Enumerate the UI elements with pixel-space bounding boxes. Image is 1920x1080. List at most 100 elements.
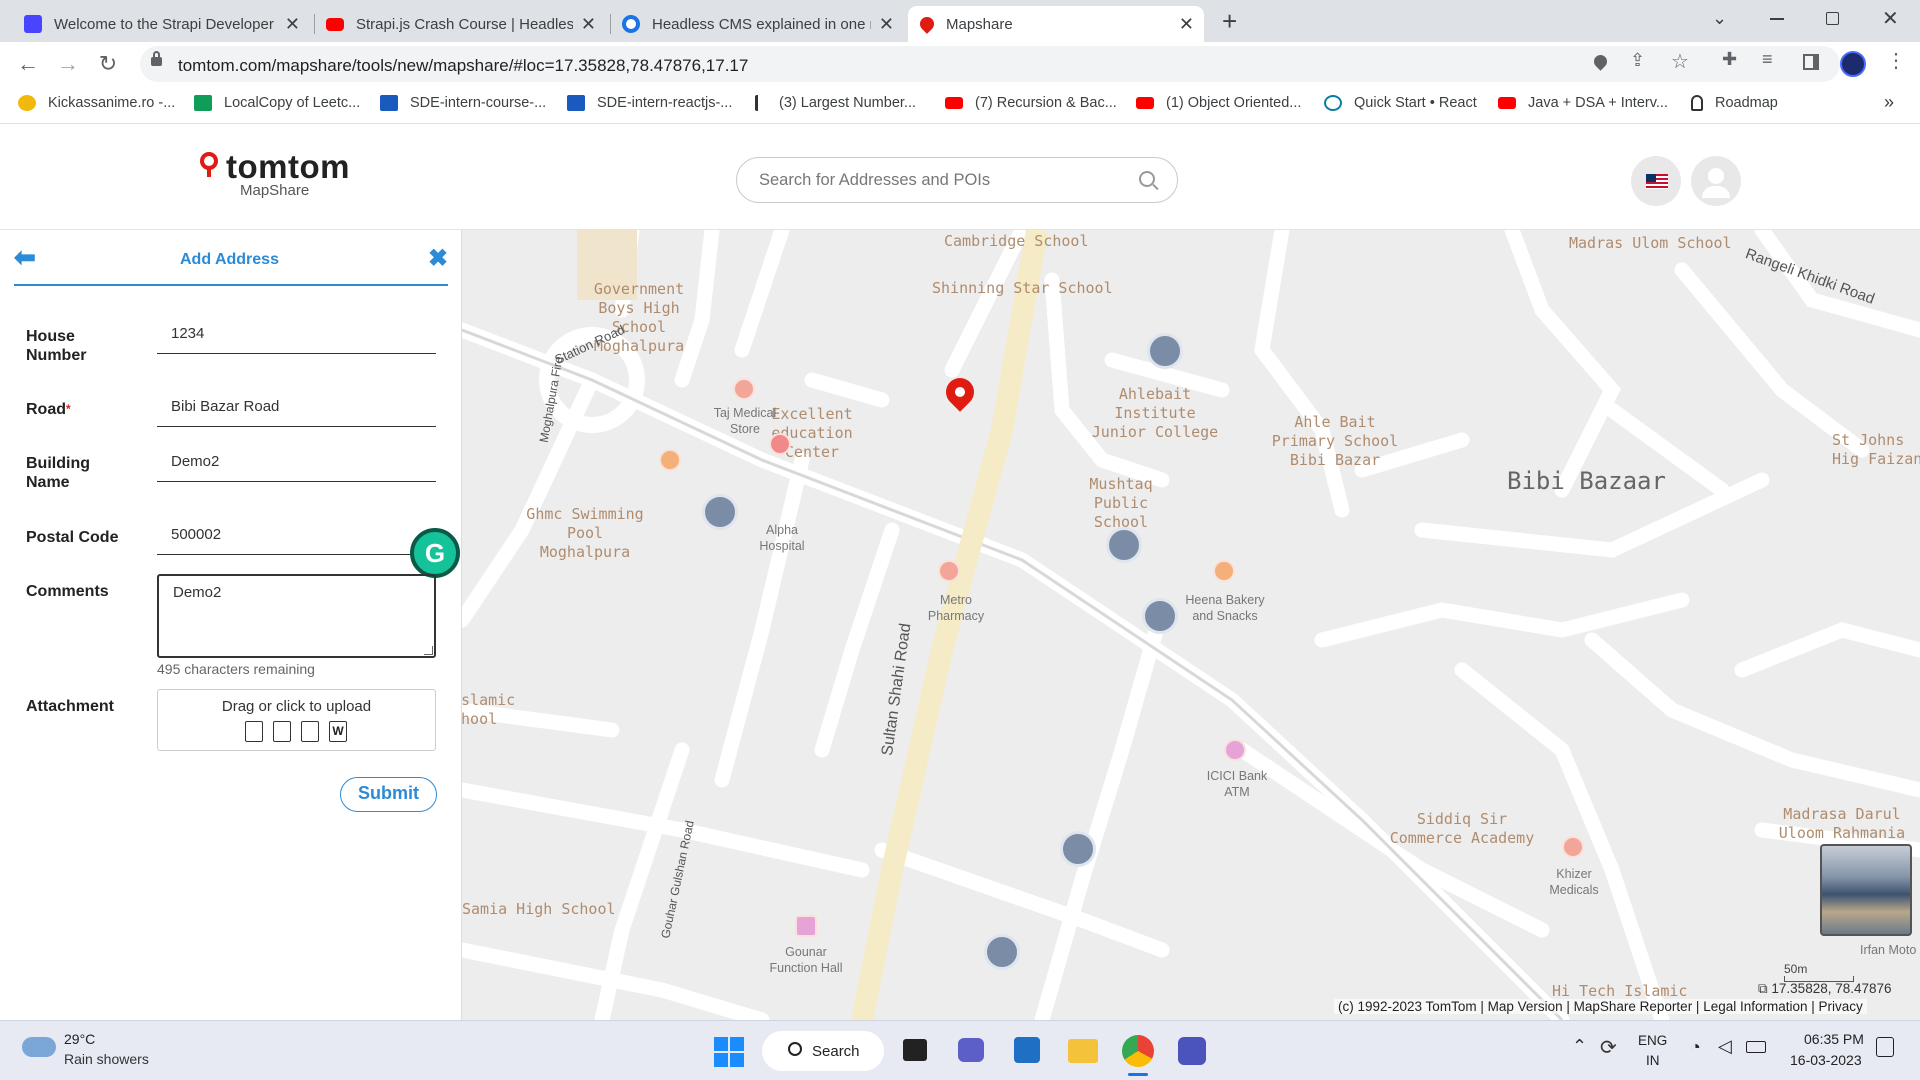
- start-button[interactable]: [714, 1037, 744, 1067]
- back-arrow-icon[interactable]: ⬅: [14, 242, 36, 273]
- weather-desc[interactable]: Rain showers: [64, 1051, 149, 1067]
- clock-time[interactable]: 06:35 PM: [1804, 1031, 1864, 1047]
- bookmark-icon: [18, 95, 36, 111]
- tab-search-icon[interactable]: ⌄: [1712, 8, 1727, 29]
- browser-tab[interactable]: Welcome to the Strapi Developer ✕: [14, 6, 310, 42]
- new-tab-button[interactable]: +: [1222, 6, 1237, 37]
- map-report-pin-icon[interactable]: [1142, 598, 1178, 634]
- street-view-thumbnail[interactable]: [1820, 844, 1912, 936]
- lock-shackle: [153, 51, 160, 59]
- word-file-icon: W: [329, 721, 347, 742]
- site-logo[interactable]: tomtom: [226, 148, 350, 186]
- close-tab-icon[interactable]: ✕: [1179, 14, 1194, 35]
- browser-tab-active[interactable]: Mapshare ✕: [908, 6, 1204, 42]
- bookmark-item[interactable]: Java + DSA + Interv...: [1498, 95, 1668, 111]
- browser-tab[interactable]: Headless CMS explained in one m ✕: [612, 6, 904, 42]
- poi-label: Metro Pharmacy: [927, 593, 985, 623]
- profile-avatar[interactable]: [1840, 51, 1866, 77]
- browser-tab[interactable]: Strapi.js Crash Course | Headless ✕: [316, 6, 606, 42]
- search-input[interactable]: Search for Addresses and POIs: [736, 157, 1178, 203]
- copy-icon[interactable]: ⧉: [1758, 981, 1768, 996]
- bookmark-item[interactable]: Kickassanime.ro -...: [18, 95, 175, 111]
- bookmark-item[interactable]: (3) Largest Number...: [755, 95, 916, 111]
- grammarly-button[interactable]: G: [410, 528, 460, 578]
- notification-icon[interactable]: [1876, 1037, 1894, 1057]
- bookmark-item[interactable]: Roadmap: [1691, 95, 1778, 111]
- more-bookmarks-button[interactable]: »: [1884, 92, 1894, 113]
- back-button[interactable]: ←: [14, 50, 42, 78]
- show-hidden-icons[interactable]: ⌃: [1572, 1036, 1587, 1057]
- map-report-pin-icon[interactable]: [1106, 527, 1142, 563]
- map-label: Madrasa Darul Uloom Rahmania: [1778, 805, 1906, 842]
- resize-handle-icon[interactable]: [424, 646, 433, 655]
- file-explorer-icon[interactable]: [1068, 1039, 1098, 1063]
- weather-temp[interactable]: 29°C: [64, 1031, 95, 1047]
- submit-button[interactable]: Submit: [340, 777, 437, 812]
- hospital-poi-icon[interactable]: [769, 433, 791, 455]
- url-text[interactable]: tomtom.com/mapshare/tools/new/mapshare/#…: [178, 56, 748, 76]
- comments-textarea[interactable]: Demo2: [157, 574, 436, 658]
- language-indicator-2[interactable]: IN: [1646, 1053, 1660, 1068]
- close-tab-icon[interactable]: ✕: [581, 14, 596, 35]
- restore-button[interactable]: [1826, 12, 1839, 25]
- road-input[interactable]: Bibi Bazar Road: [157, 398, 436, 427]
- taskbar-search[interactable]: Search: [762, 1031, 884, 1071]
- strapi-favicon-icon: [24, 15, 42, 33]
- map-report-pin-icon[interactable]: [702, 494, 738, 530]
- pharmacy-poi-icon[interactable]: [1562, 836, 1584, 858]
- close-window-button[interactable]: ✕: [1882, 6, 1899, 31]
- language-button[interactable]: [1631, 156, 1681, 206]
- map-report-pin-icon[interactable]: [1147, 333, 1183, 369]
- menu-icon[interactable]: ⋮: [1886, 48, 1906, 73]
- bookmark-item[interactable]: (7) Recursion & Bac...: [945, 95, 1117, 111]
- clock-date[interactable]: 16-03-2023: [1790, 1052, 1862, 1068]
- task-view-icon[interactable]: [903, 1039, 927, 1061]
- volume-icon[interactable]: ◁: [1718, 1036, 1732, 1057]
- user-account-button[interactable]: [1691, 156, 1741, 206]
- map-label: Ahlebait Institute Junior College: [1091, 385, 1219, 441]
- sync-icon[interactable]: ⟳: [1600, 1035, 1617, 1060]
- bookmark-label: Roadmap: [1715, 95, 1778, 111]
- upload-dropzone[interactable]: Drag or click to upload W: [157, 689, 436, 751]
- bookmark-item[interactable]: SDE-intern-reactjs-...: [567, 95, 732, 111]
- bookmark-item[interactable]: (1) Object Oriented...: [1136, 95, 1301, 111]
- function-hall-poi-icon[interactable]: [795, 915, 817, 937]
- share-icon[interactable]: ⇪: [1630, 50, 1645, 71]
- reload-button[interactable]: ↻: [94, 50, 122, 78]
- battery-icon[interactable]: [1746, 1041, 1766, 1053]
- restaurant-poi-icon[interactable]: [659, 449, 681, 471]
- pharmacy-poi-icon[interactable]: [938, 560, 960, 582]
- close-tab-icon[interactable]: ✕: [879, 14, 894, 35]
- wifi-icon[interactable]: ◔: [1690, 1037, 1701, 1058]
- close-tab-icon[interactable]: ✕: [285, 14, 300, 35]
- extensions-icon[interactable]: ✚: [1722, 49, 1737, 70]
- teams-chat-icon[interactable]: [958, 1038, 984, 1062]
- bookmark-star-icon[interactable]: ☆: [1671, 49, 1689, 74]
- teams-icon[interactable]: [1178, 1037, 1206, 1065]
- chrome-icon[interactable]: [1122, 1035, 1154, 1067]
- forward-button[interactable]: →: [54, 50, 82, 78]
- postal-code-input[interactable]: 500002: [157, 526, 418, 555]
- roadmap-icon: [1691, 95, 1703, 111]
- bakery-poi-icon[interactable]: [1213, 560, 1235, 582]
- minimize-button[interactable]: [1770, 18, 1784, 20]
- media-icon[interactable]: ≡: [1762, 49, 1773, 70]
- building-name-input[interactable]: Demo2: [157, 453, 436, 482]
- weather-cloud-icon[interactable]: [22, 1037, 56, 1057]
- bookmark-item[interactable]: Quick Start • React: [1324, 95, 1477, 111]
- map-report-pin-icon[interactable]: [984, 934, 1020, 970]
- store-icon[interactable]: [1014, 1037, 1040, 1063]
- bookmark-item[interactable]: SDE-intern-course-...: [380, 95, 546, 111]
- side-panel-icon[interactable]: [1803, 54, 1819, 70]
- bookmark-item[interactable]: LocalCopy of Leetc...: [194, 95, 360, 111]
- atm-poi-icon[interactable]: [1224, 739, 1246, 761]
- house-number-input[interactable]: 1234: [157, 325, 436, 354]
- pharmacy-poi-icon[interactable]: [733, 378, 755, 400]
- comments-label: Comments: [26, 583, 109, 600]
- map-view[interactable]: Cambridge School Madras Ulom School Rang…: [462, 230, 1920, 1020]
- language-indicator-1[interactable]: ENG: [1638, 1033, 1667, 1048]
- map-report-pin-icon[interactable]: [1060, 831, 1096, 867]
- close-icon[interactable]: ✖: [428, 244, 448, 273]
- map-footer[interactable]: (c) 1992-2023 TomTom | Map Version | Map…: [1334, 999, 1867, 1014]
- bookmark-label: Kickassanime.ro -...: [48, 95, 176, 111]
